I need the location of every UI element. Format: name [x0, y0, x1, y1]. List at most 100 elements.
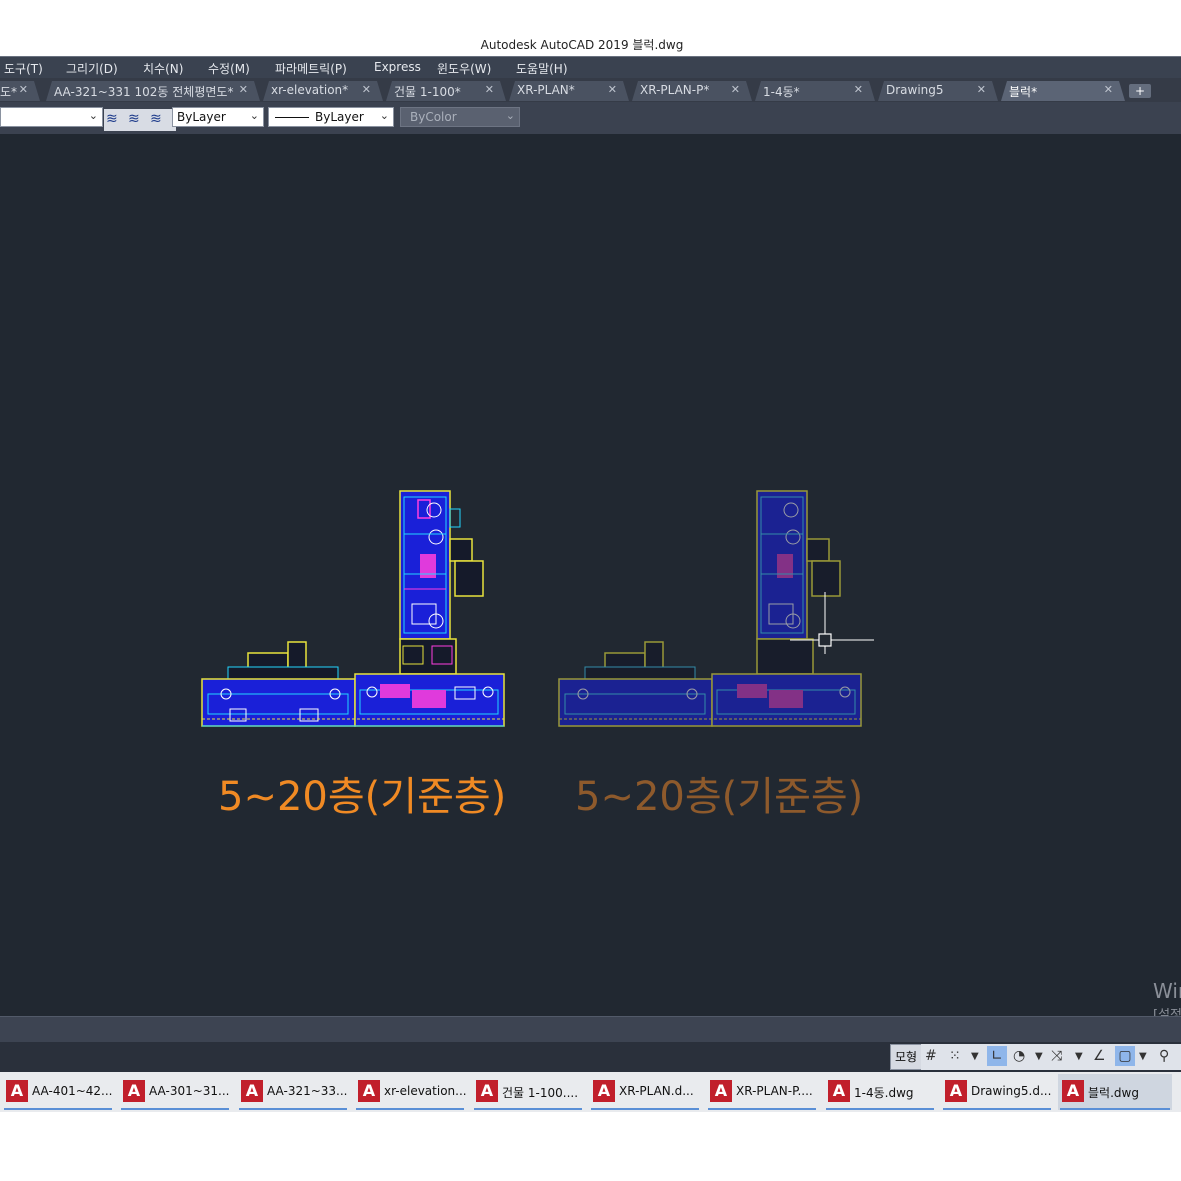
menu-modify[interactable]: 수정(M) [208, 60, 250, 77]
taskbar-underline [121, 1108, 229, 1110]
color-dropdown[interactable]: ByLayer ⌄ [172, 107, 264, 127]
menu-window[interactable]: 윈도우(W) [437, 60, 491, 77]
close-icon[interactable]: ✕ [854, 83, 863, 96]
menu-tools[interactable]: 도구(T) [4, 60, 43, 77]
close-icon[interactable]: ✕ [977, 83, 986, 96]
tab-label: xr-elevation* [271, 83, 349, 97]
tab-file-7[interactable]: 1-4동* ✕ [755, 81, 875, 101]
menu-parametric[interactable]: 파라메트릭(P) [275, 60, 347, 77]
chevron-down-icon[interactable]: ▼ [971, 1051, 979, 1062]
menu-dimension[interactable]: 치수(N) [143, 60, 183, 77]
close-icon[interactable]: ✕ [1104, 83, 1113, 96]
taskbar-item-label: 건물 1-100.... [502, 1086, 579, 1100]
taskbar-underline [591, 1108, 699, 1110]
close-icon[interactable]: ✕ [19, 83, 28, 96]
activation-watermark-sub: [설정 [1153, 1008, 1181, 1016]
properties-bar: ⌄ ≋ ≋ ≋ ByLayer ⌄ ByLayer ⌄ ByColor ⌄ [0, 102, 1181, 134]
ortho-icon[interactable]: ∟ [987, 1046, 1007, 1066]
autocad-icon: A [1062, 1080, 1084, 1102]
layer-lock-icon[interactable]: ≋ [150, 111, 162, 127]
tab-file-3[interactable]: xr-elevation* ✕ [263, 81, 383, 101]
close-icon[interactable]: ✕ [239, 83, 248, 96]
title-bar: Autodesk AutoCAD 2019 블럭.dwg [0, 0, 1181, 56]
chevron-down-icon[interactable]: ▼ [1035, 1051, 1043, 1062]
tab-file-9-active[interactable]: 블럭* ✕ [1001, 81, 1125, 101]
file-tab-bar: 도* ✕ AA-321~331 102동 전체평면도* ✕ xr-elevati… [0, 78, 1181, 102]
tab-file-8[interactable]: Drawing5 ✕ [878, 81, 998, 101]
taskbar-item[interactable]: A XR-PLAN.d... [589, 1074, 701, 1110]
os-taskbar: A AA-401~42... A AA-301~31... A AA-321~3… [0, 1072, 1181, 1112]
taskbar-item[interactable]: A AA-301~31... [119, 1074, 231, 1110]
menu-express[interactable]: Express [374, 60, 421, 74]
command-line[interactable] [0, 1016, 1181, 1043]
linetype-dropdown[interactable]: ByLayer ⌄ [268, 107, 394, 127]
close-icon[interactable]: ✕ [731, 83, 740, 96]
autocad-icon: A [828, 1080, 850, 1102]
floor-label-right: 5~20층(기준층) [575, 774, 864, 820]
window-title: Autodesk AutoCAD 2019 블럭.dwg [480, 38, 684, 52]
menu-help[interactable]: 도움말(H) [516, 60, 568, 77]
new-tab-button[interactable]: + [1129, 84, 1151, 98]
grid-icon[interactable]: # [925, 1048, 937, 1064]
layer-previous-icon[interactable]: ≋ [128, 111, 140, 127]
tab-file-6[interactable]: XR-PLAN-P* ✕ [632, 81, 752, 101]
chevron-down-icon: ⌄ [379, 109, 389, 122]
chevron-down-icon: ⌄ [88, 109, 98, 122]
taskbar-item[interactable]: A XR-PLAN-P.... [706, 1074, 818, 1110]
tab-file-1[interactable]: 도* ✕ [0, 81, 40, 101]
model-space-button[interactable]: 모형 [890, 1044, 922, 1070]
tab-label: AA-321~331 102동 전체평면도* [54, 85, 234, 99]
tab-label: XR-PLAN* [517, 83, 575, 97]
taskbar-underline [474, 1108, 582, 1110]
close-icon[interactable]: ✕ [608, 83, 617, 96]
screen-bottom-margin [0, 1112, 1181, 1181]
layer-dropdown[interactable]: ⌄ [0, 107, 103, 127]
autocad-icon: A [123, 1080, 145, 1102]
linetype-sample: ByLayer [275, 110, 364, 124]
floor-label-left: 5~20층(기준층) [218, 774, 507, 820]
taskbar-item-label: AA-301~31... [149, 1084, 230, 1098]
autocad-icon: A [710, 1080, 732, 1102]
taskbar-item[interactable]: A Drawing5.d... [941, 1074, 1053, 1110]
osnap-tracking-icon[interactable]: ⤨ [1051, 1048, 1062, 1064]
tab-file-2[interactable]: AA-321~331 102동 전체평면도* ✕ [46, 81, 260, 101]
floor-plan-left [201, 490, 505, 727]
tab-file-4[interactable]: 건물 1-100* ✕ [386, 81, 506, 101]
chevron-down-icon: ⌄ [505, 109, 515, 122]
polar-icon[interactable]: ◔ [1013, 1048, 1025, 1064]
taskbar-underline [943, 1108, 1051, 1110]
taskbar-underline [4, 1108, 112, 1110]
layer-match-icon[interactable]: ≋ [106, 111, 118, 127]
taskbar-item[interactable]: A AA-401~42... [2, 1074, 114, 1110]
object-snap-icon[interactable]: ▢ [1115, 1046, 1135, 1066]
taskbar-item-label: AA-401~42... [32, 1084, 113, 1098]
tab-label: 도* [0, 85, 18, 99]
tab-label: 건물 1-100* [394, 85, 461, 99]
taskbar-item[interactable]: A AA-321~33... [237, 1074, 349, 1110]
taskbar-item[interactable]: A 1-4동.dwg [824, 1074, 936, 1110]
layer-tools: ≋ ≋ ≋ [104, 109, 176, 131]
menu-bar: 도구(T) 그리기(D) 치수(N) 수정(M) 파라메트릭(P) Expres… [0, 56, 1181, 79]
activation-watermark: Wir [1153, 979, 1181, 1003]
close-icon[interactable]: ✕ [485, 83, 494, 96]
taskbar-underline [1060, 1108, 1170, 1110]
menu-draw[interactable]: 그리기(D) [66, 60, 118, 77]
taskbar-item-active[interactable]: A 블럭.dwg [1058, 1074, 1172, 1110]
taskbar-item[interactable]: A 건물 1-100.... [472, 1074, 584, 1110]
taskbar-item-label: 블럭.dwg [1088, 1086, 1139, 1100]
snap-icon[interactable]: ⁙ [949, 1048, 961, 1064]
chevron-down-icon[interactable]: ▼ [1075, 1051, 1083, 1062]
chevron-down-icon: ⌄ [249, 109, 259, 122]
taskbar-item-label: XR-PLAN-P.... [736, 1084, 813, 1098]
taskbar-underline [239, 1108, 347, 1110]
drawing-canvas[interactable]: 5~20층(기준층) 5~20층(기준층) Wir [설정 [0, 134, 1181, 1016]
annotation-icon[interactable]: ⚲ [1159, 1048, 1169, 1064]
linetype-value: ByLayer [315, 110, 364, 124]
tab-file-5[interactable]: XR-PLAN* ✕ [509, 81, 629, 101]
isometric-icon[interactable]: ∠ [1093, 1048, 1106, 1064]
taskbar-item[interactable]: A xr-elevation... [354, 1074, 467, 1110]
chevron-down-icon[interactable]: ▼ [1139, 1051, 1147, 1062]
lineweight-dropdown[interactable]: ByColor ⌄ [400, 107, 520, 127]
autocad-icon: A [6, 1080, 28, 1102]
close-icon[interactable]: ✕ [362, 83, 371, 96]
